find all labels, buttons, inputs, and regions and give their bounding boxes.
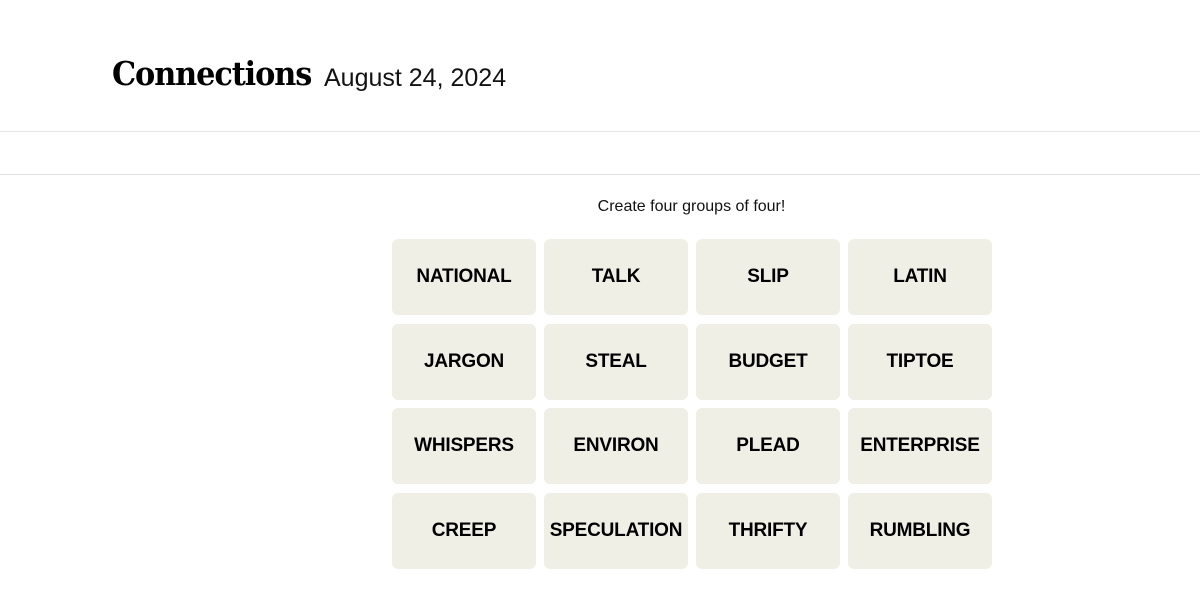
word-tile[interactable]: BUDGET: [696, 323, 840, 400]
word-tile[interactable]: SPECULATION: [544, 492, 688, 569]
toolbar: [0, 132, 1200, 175]
word-tile[interactable]: STEAL: [544, 323, 688, 400]
game-title: Connections: [112, 54, 312, 93]
word-tile[interactable]: PLEAD: [696, 408, 840, 484]
word-tile[interactable]: LATIN: [848, 239, 992, 315]
word-tile[interactable]: TALK: [544, 239, 688, 315]
word-tile[interactable]: SLIP: [696, 239, 840, 315]
word-tile[interactable]: ENVIRON: [544, 408, 688, 484]
word-tile[interactable]: CREEP: [392, 492, 536, 569]
word-tile[interactable]: NATIONAL: [392, 239, 536, 315]
puzzle-date: August 24, 2024: [324, 64, 507, 92]
word-tile[interactable]: WHISPERS: [392, 408, 536, 484]
instructions-text: Create four groups of four!: [597, 198, 786, 215]
word-tile[interactable]: RUMBLING: [848, 492, 992, 569]
word-tile[interactable]: THRIFTY: [696, 492, 840, 569]
word-tile[interactable]: TIPTOE: [848, 323, 992, 400]
word-grid: NATIONAL TALK SLIP LATIN JARGON STEAL BU…: [392, 239, 992, 569]
page-header: Connections August 24, 2024: [0, 0, 1200, 132]
word-tile[interactable]: JARGON: [392, 323, 536, 400]
word-tile[interactable]: ENTERPRISE: [848, 408, 992, 484]
